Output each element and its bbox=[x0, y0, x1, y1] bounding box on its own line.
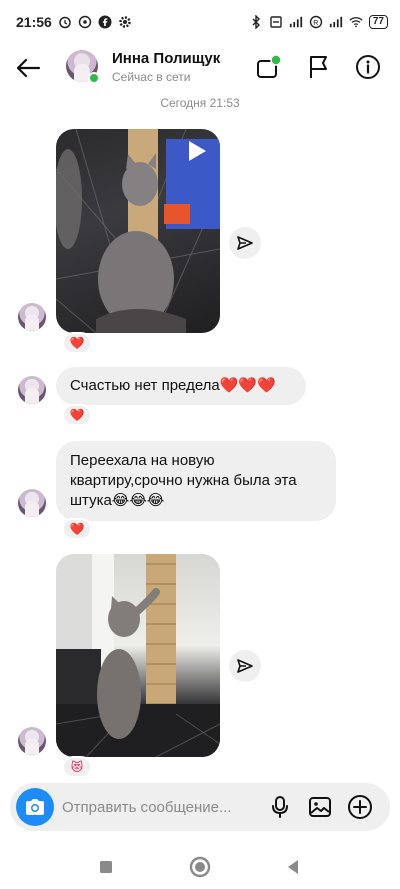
contact-name[interactable]: Инна Полищук bbox=[112, 50, 220, 67]
date-separator: Сегодня 21:53 bbox=[160, 96, 240, 110]
home-button[interactable] bbox=[188, 855, 212, 879]
gallery-button[interactable] bbox=[306, 793, 334, 821]
more-button[interactable] bbox=[346, 793, 374, 821]
wifi-icon bbox=[349, 15, 363, 29]
message-bubble[interactable]: Счастью нет предела❤️❤️❤️ bbox=[56, 367, 306, 405]
viber-icon bbox=[78, 15, 92, 29]
recents-button[interactable] bbox=[94, 855, 118, 879]
sender-avatar[interactable] bbox=[18, 376, 46, 404]
battery-indicator: 77 bbox=[368, 15, 388, 29]
video-play-icon bbox=[189, 141, 206, 161]
info-icon bbox=[356, 55, 380, 79]
cat-photo-image bbox=[56, 554, 220, 757]
share-button[interactable] bbox=[229, 650, 261, 682]
online-indicator bbox=[88, 72, 100, 84]
status-bar: 21:56 R 77 bbox=[0, 0, 400, 44]
message-bubble[interactable]: Переехала на новую квартиру,срочно нужна… bbox=[56, 441, 336, 521]
bluetooth-icon bbox=[249, 15, 263, 29]
system-nav-bar bbox=[0, 845, 400, 889]
info-button[interactable] bbox=[353, 52, 383, 82]
vibrate-icon bbox=[269, 15, 283, 29]
microphone-icon bbox=[272, 796, 288, 818]
arrow-left-icon bbox=[16, 58, 41, 78]
signal-icon bbox=[329, 15, 343, 29]
report-button[interactable] bbox=[304, 52, 334, 82]
data-saver-icon: R bbox=[309, 15, 323, 29]
reaction-badge[interactable]: ❤️ bbox=[62, 404, 92, 426]
sender-avatar[interactable] bbox=[18, 489, 46, 517]
square-icon bbox=[100, 861, 112, 873]
send-icon bbox=[237, 659, 253, 673]
nav-back-button[interactable] bbox=[281, 855, 305, 879]
status-time: 21:56 bbox=[16, 14, 52, 30]
settings-icon bbox=[118, 15, 132, 29]
signal-icon bbox=[289, 15, 303, 29]
message-composer bbox=[10, 783, 390, 831]
reaction-badge[interactable]: ❤️ bbox=[62, 518, 92, 540]
facebook-icon bbox=[98, 15, 112, 29]
camera-icon bbox=[26, 799, 44, 815]
sender-avatar[interactable] bbox=[18, 303, 46, 331]
sender-avatar[interactable] bbox=[18, 727, 46, 755]
alarm-icon bbox=[58, 15, 72, 29]
send-icon bbox=[237, 236, 253, 250]
contact-status: Сейчас в сети bbox=[112, 70, 191, 84]
share-button[interactable] bbox=[229, 227, 261, 259]
message-photo-1[interactable] bbox=[56, 129, 220, 333]
video-call-button[interactable] bbox=[254, 52, 284, 82]
camera-button[interactable] bbox=[16, 788, 54, 826]
message-input[interactable] bbox=[62, 795, 257, 819]
status-icons-right: R 77 bbox=[249, 15, 388, 29]
status-icons-left bbox=[58, 15, 132, 29]
message-photo-2[interactable] bbox=[56, 554, 220, 757]
plus-circle-icon bbox=[348, 795, 372, 819]
contact-avatar-wrap[interactable] bbox=[66, 50, 100, 84]
svg-text:R: R bbox=[313, 20, 318, 27]
video-call-icon bbox=[257, 54, 282, 78]
voice-message-button[interactable] bbox=[266, 793, 294, 821]
circle-icon bbox=[189, 856, 211, 878]
chat-header: Инна Полищук Сейчас в сети bbox=[0, 44, 400, 90]
triangle-left-icon bbox=[288, 860, 298, 874]
flag-icon bbox=[310, 56, 327, 78]
reaction-badge[interactable]: 😻 bbox=[62, 756, 92, 778]
back-button[interactable] bbox=[12, 52, 44, 84]
reaction-badge[interactable]: ❤️ bbox=[62, 332, 92, 354]
image-icon bbox=[309, 797, 331, 817]
